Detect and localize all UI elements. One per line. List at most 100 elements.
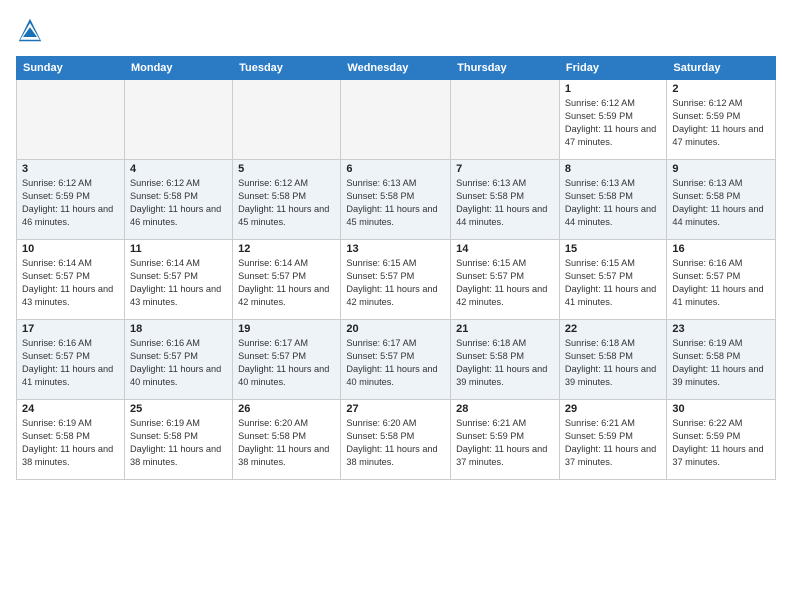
calendar-cell: 3 Sunrise: 6:12 AMSunset: 5:59 PMDaylight… xyxy=(17,160,125,240)
day-info: Sunrise: 6:16 AMSunset: 5:57 PMDaylight:… xyxy=(22,337,119,389)
day-info: Sunrise: 6:18 AMSunset: 5:58 PMDaylight:… xyxy=(565,337,661,389)
day-number: 25 xyxy=(130,403,227,415)
day-info: Sunrise: 6:22 AMSunset: 5:59 PMDaylight:… xyxy=(672,417,770,469)
day-info: Sunrise: 6:17 AMSunset: 5:57 PMDaylight:… xyxy=(346,337,445,389)
day-number: 17 xyxy=(22,323,119,335)
day-info: Sunrise: 6:13 AMSunset: 5:58 PMDaylight:… xyxy=(565,177,661,229)
day-number: 11 xyxy=(130,243,227,255)
calendar-cell: 6Sunrise: 6:13 AMSunset: 5:58 PMDaylight… xyxy=(341,160,451,240)
weekday-header: Monday xyxy=(124,57,232,80)
day-number: 24 xyxy=(22,403,119,415)
weekday-header: Friday xyxy=(559,57,666,80)
day-info: Sunrise: 6:12 AMSunset: 5:59 PMDaylight:… xyxy=(672,97,770,149)
calendar-cell: 21 Sunrise: 6:18 AMSunset: 5:58 PMDayligh… xyxy=(451,320,560,400)
day-info: Sunrise: 6:15 AMSunset: 5:57 PMDaylight:… xyxy=(565,257,661,309)
weekday-header: Tuesday xyxy=(233,57,341,80)
day-number: 30 xyxy=(672,403,770,415)
header xyxy=(16,16,776,44)
calendar-cell: 22 Sunrise: 6:18 AMSunset: 5:58 PMDayligh… xyxy=(559,320,666,400)
calendar-cell: 23 Sunrise: 6:19 AMSunset: 5:58 PMDayligh… xyxy=(667,320,776,400)
day-number: 12 xyxy=(238,243,335,255)
calendar-cell: 25 Sunrise: 6:19 AMSunset: 5:58 PMDayligh… xyxy=(124,400,232,480)
calendar-cell: 27 Sunrise: 6:20 AMSunset: 5:58 PMDayligh… xyxy=(341,400,451,480)
calendar-cell: 28 Sunrise: 6:21 AMSunset: 5:59 PMDayligh… xyxy=(451,400,560,480)
day-info: Sunrise: 6:12 AMSunset: 5:59 PMDaylight:… xyxy=(565,97,661,149)
day-number: 26 xyxy=(238,403,335,415)
calendar-table: SundayMondayTuesdayWednesdayThursdayFrid… xyxy=(16,56,776,480)
day-info: Sunrise: 6:13 AMSunset: 5:58 PMDaylight:… xyxy=(672,177,770,229)
calendar-week-row: 1 Sunrise: 6:12 AMSunset: 5:59 PMDaylight… xyxy=(17,80,776,160)
day-info: Sunrise: 6:20 AMSunset: 5:58 PMDaylight:… xyxy=(346,417,445,469)
calendar-cell: 20 Sunrise: 6:17 AMSunset: 5:57 PMDayligh… xyxy=(341,320,451,400)
day-info: Sunrise: 6:19 AMSunset: 5:58 PMDaylight:… xyxy=(130,417,227,469)
day-info: Sunrise: 6:17 AMSunset: 5:57 PMDaylight:… xyxy=(238,337,335,389)
calendar-cell: 8 Sunrise: 6:13 AMSunset: 5:58 PMDaylight… xyxy=(559,160,666,240)
calendar-week-row: 10 Sunrise: 6:14 AMSunset: 5:57 PMDayligh… xyxy=(17,240,776,320)
day-info: Sunrise: 6:12 AMSunset: 5:58 PMDaylight:… xyxy=(130,177,227,229)
day-info: Sunrise: 6:18 AMSunset: 5:58 PMDaylight:… xyxy=(456,337,554,389)
day-number: 28 xyxy=(456,403,554,415)
calendar-cell xyxy=(17,80,125,160)
day-info: Sunrise: 6:12 AMSunset: 5:59 PMDaylight:… xyxy=(22,177,119,229)
day-number: 22 xyxy=(565,323,661,335)
weekday-header: Sunday xyxy=(17,57,125,80)
calendar-cell xyxy=(341,80,451,160)
day-info: Sunrise: 6:20 AMSunset: 5:58 PMDaylight:… xyxy=(238,417,335,469)
day-number: 7 xyxy=(456,163,554,175)
calendar-cell: 17 Sunrise: 6:16 AMSunset: 5:57 PMDayligh… xyxy=(17,320,125,400)
day-info: Sunrise: 6:21 AMSunset: 5:59 PMDaylight:… xyxy=(565,417,661,469)
day-info: Sunrise: 6:19 AMSunset: 5:58 PMDaylight:… xyxy=(672,337,770,389)
calendar-cell: 19Sunrise: 6:17 AMSunset: 5:57 PMDayligh… xyxy=(233,320,341,400)
day-number: 10 xyxy=(22,243,119,255)
day-info: Sunrise: 6:14 AMSunset: 5:57 PMDaylight:… xyxy=(22,257,119,309)
day-info: Sunrise: 6:21 AMSunset: 5:59 PMDaylight:… xyxy=(456,417,554,469)
calendar-cell: 1 Sunrise: 6:12 AMSunset: 5:59 PMDaylight… xyxy=(559,80,666,160)
day-number: 14 xyxy=(456,243,554,255)
calendar-week-row: 3 Sunrise: 6:12 AMSunset: 5:59 PMDaylight… xyxy=(17,160,776,240)
day-info: Sunrise: 6:14 AMSunset: 5:57 PMDaylight:… xyxy=(238,257,335,309)
calendar-cell: 2 Sunrise: 6:12 AMSunset: 5:59 PMDaylight… xyxy=(667,80,776,160)
calendar-cell: 30 Sunrise: 6:22 AMSunset: 5:59 PMDayligh… xyxy=(667,400,776,480)
day-number: 27 xyxy=(346,403,445,415)
calendar-cell xyxy=(451,80,560,160)
calendar-cell: 24 Sunrise: 6:19 AMSunset: 5:58 PMDayligh… xyxy=(17,400,125,480)
calendar-cell: 5Sunrise: 6:12 AMSunset: 5:58 PMDaylight… xyxy=(233,160,341,240)
day-info: Sunrise: 6:15 AMSunset: 5:57 PMDaylight:… xyxy=(346,257,445,309)
day-info: Sunrise: 6:12 AMSunset: 5:58 PMDaylight:… xyxy=(238,177,335,229)
day-number: 6 xyxy=(346,163,445,175)
day-number: 15 xyxy=(565,243,661,255)
calendar-cell: 26 Sunrise: 6:20 AMSunset: 5:58 PMDayligh… xyxy=(233,400,341,480)
calendar-week-row: 17 Sunrise: 6:16 AMSunset: 5:57 PMDayligh… xyxy=(17,320,776,400)
weekday-header: Saturday xyxy=(667,57,776,80)
calendar-cell: 13 Sunrise: 6:15 AMSunset: 5:57 PMDayligh… xyxy=(341,240,451,320)
calendar-cell: 16 Sunrise: 6:16 AMSunset: 5:57 PMDayligh… xyxy=(667,240,776,320)
day-number: 9 xyxy=(672,163,770,175)
day-info: Sunrise: 6:14 AMSunset: 5:57 PMDaylight:… xyxy=(130,257,227,309)
calendar-cell xyxy=(124,80,232,160)
day-number: 16 xyxy=(672,243,770,255)
calendar-cell xyxy=(233,80,341,160)
day-info: Sunrise: 6:16 AMSunset: 5:57 PMDaylight:… xyxy=(672,257,770,309)
day-number: 2 xyxy=(672,83,770,95)
calendar-week-row: 24 Sunrise: 6:19 AMSunset: 5:58 PMDayligh… xyxy=(17,400,776,480)
calendar-cell: 14 Sunrise: 6:15 AMSunset: 5:57 PMDayligh… xyxy=(451,240,560,320)
weekday-header: Thursday xyxy=(451,57,560,80)
day-number: 21 xyxy=(456,323,554,335)
day-number: 23 xyxy=(672,323,770,335)
day-number: 3 xyxy=(22,163,119,175)
day-number: 1 xyxy=(565,83,661,95)
page-container: SundayMondayTuesdayWednesdayThursdayFrid… xyxy=(0,0,792,488)
day-number: 8 xyxy=(565,163,661,175)
calendar-header-row: SundayMondayTuesdayWednesdayThursdayFrid… xyxy=(17,57,776,80)
calendar-cell: 12 Sunrise: 6:14 AMSunset: 5:57 PMDayligh… xyxy=(233,240,341,320)
day-number: 4 xyxy=(130,163,227,175)
calendar-cell: 15 Sunrise: 6:15 AMSunset: 5:57 PMDayligh… xyxy=(559,240,666,320)
logo-icon xyxy=(16,16,44,44)
calendar-cell: 18Sunrise: 6:16 AMSunset: 5:57 PMDayligh… xyxy=(124,320,232,400)
day-number: 13 xyxy=(346,243,445,255)
day-info: Sunrise: 6:15 AMSunset: 5:57 PMDaylight:… xyxy=(456,257,554,309)
calendar-cell: 10 Sunrise: 6:14 AMSunset: 5:57 PMDayligh… xyxy=(17,240,125,320)
weekday-header: Wednesday xyxy=(341,57,451,80)
day-number: 20 xyxy=(346,323,445,335)
day-info: Sunrise: 6:19 AMSunset: 5:58 PMDaylight:… xyxy=(22,417,119,469)
